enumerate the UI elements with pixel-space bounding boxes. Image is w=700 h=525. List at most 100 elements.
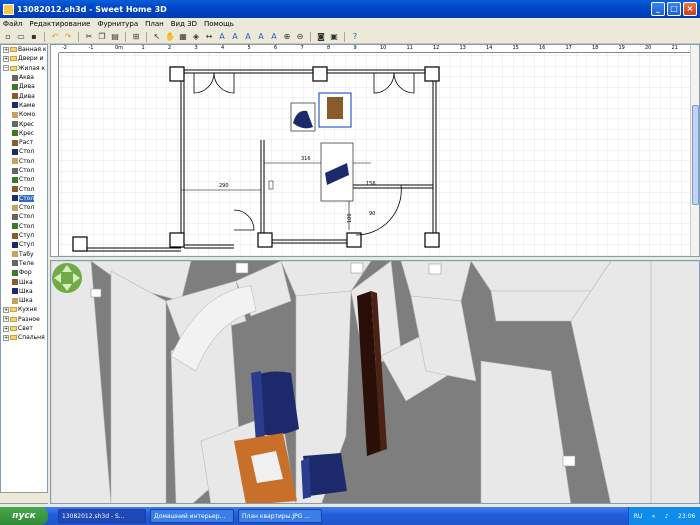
expand-icon[interactable]: + — [3, 334, 9, 341]
3d-canvas[interactable] — [51, 261, 700, 504]
create-walls-icon[interactable]: ▦ — [178, 32, 188, 42]
ruler-tick-label: 15 — [512, 45, 519, 51]
furniture-catalog-tree[interactable]: + Ванная к + Двери и − Жилая к Аква Дива Дива Кам… — [0, 44, 48, 504]
undo-icon[interactable]: ↶ — [50, 32, 60, 42]
furniture-icon — [12, 176, 18, 183]
3d-navigation-arrows — [52, 263, 82, 293]
tree-item[interactable]: Дива — [1, 82, 47, 91]
collapse-icon[interactable]: − — [3, 65, 9, 72]
menu-file[interactable]: Файл — [3, 20, 22, 28]
menu-plan[interactable]: План — [145, 20, 164, 28]
tree-item[interactable]: Стол — [1, 203, 47, 212]
close-button[interactable]: × — [683, 2, 697, 16]
paste-icon[interactable]: ▤ — [110, 32, 120, 42]
video-icon[interactable]: ▣ — [329, 32, 339, 42]
tree-category[interactable]: + Спальня — [1, 333, 47, 342]
plan-scroll-thumb[interactable] — [692, 105, 699, 205]
taskbar-item-sweethome[interactable]: 13082012.sh3d - S... — [58, 509, 146, 523]
redo-icon[interactable]: ↷ — [63, 32, 73, 42]
start-button[interactable]: пуск — [0, 507, 48, 525]
plan-vertical-scrollbar[interactable] — [690, 45, 699, 256]
tree-category[interactable]: + Разное — [1, 315, 47, 324]
menu-furniture[interactable]: Фурнитура — [97, 20, 138, 28]
tree-item[interactable]: Шка — [1, 287, 47, 296]
create-dimensions-icon[interactable]: ↔ — [204, 32, 214, 42]
tree-item[interactable]: Стол — [1, 147, 47, 156]
tree-item[interactable]: Крес — [1, 119, 47, 128]
new-icon[interactable]: ▫ — [3, 32, 13, 42]
menu-3d-view[interactable]: Вид 3D — [171, 20, 197, 28]
tree-item[interactable]: Теле — [1, 259, 47, 268]
copy-icon[interactable]: ❐ — [97, 32, 107, 42]
language-indicator[interactable]: RU — [634, 513, 643, 520]
zoom-out-icon[interactable]: ⊖ — [295, 32, 305, 42]
tree-item[interactable]: Стол — [1, 222, 47, 231]
expand-icon[interactable]: + — [3, 325, 9, 332]
furniture-icon — [12, 139, 18, 146]
save-icon[interactable]: ▪ — [29, 32, 39, 42]
taskbar-item-browser[interactable]: Домашний интерьер... — [150, 509, 234, 523]
tree-item-label: Крес — [19, 129, 35, 137]
menu-edit[interactable]: Редактирование — [29, 20, 90, 28]
ruler-tick-label: 9 — [353, 45, 357, 51]
maximize-button[interactable]: □ — [667, 2, 681, 16]
plan-canvas[interactable]: 290 316 156 90 100 — [51, 45, 700, 257]
tree-category[interactable]: + Свет — [1, 324, 47, 333]
create-rooms-icon[interactable]: ◈ — [191, 32, 201, 42]
minimize-button[interactable]: _ — [651, 2, 665, 16]
taskbar-item-image[interactable]: План квартиры.JPG ... — [238, 509, 322, 523]
tree-item[interactable]: Дива — [1, 91, 47, 100]
add-furniture-icon[interactable]: ⊞ — [131, 32, 141, 42]
tree-item-label: Дива — [19, 83, 35, 91]
tree-item[interactable]: Стол — [1, 157, 47, 166]
text-size-up-icon[interactable]: A — [243, 32, 253, 42]
expand-icon[interactable]: + — [3, 306, 9, 313]
plan-view[interactable]: 290 316 156 90 100 -2 -1 0m 1 2 3 4 5 6 7 8 9 10 11 12… — [50, 44, 700, 257]
text-size-down-icon[interactable]: A — [256, 32, 266, 42]
italic-icon[interactable]: A — [269, 32, 279, 42]
tree-item-label: Табу — [19, 250, 34, 258]
tree-item[interactable]: Стол — [1, 212, 47, 221]
tree-item[interactable]: Табу — [1, 250, 47, 259]
ruler-tick-label: 19 — [618, 45, 625, 51]
tree-item[interactable]: Крес — [1, 129, 47, 138]
select-icon[interactable]: ↖ — [152, 32, 162, 42]
tree-category[interactable]: + Двери и — [1, 54, 47, 63]
tree-item[interactable]: Аква — [1, 73, 47, 82]
tree-item[interactable]: Фор — [1, 268, 47, 277]
tree-item-label: Ванная к — [18, 46, 47, 54]
open-icon[interactable]: ▭ — [16, 32, 26, 42]
tree-item[interactable]: Стол — [1, 184, 47, 193]
tree-category[interactable]: − Жилая к — [1, 64, 47, 73]
3d-view[interactable] — [50, 260, 700, 504]
expand-icon[interactable]: + — [3, 316, 9, 323]
help-icon[interactable]: ? — [350, 32, 360, 42]
tree-item[interactable]: Стул — [1, 240, 47, 249]
menu-help[interactable]: Помощь — [204, 20, 234, 28]
volume-icon[interactable]: ♪ — [665, 513, 669, 520]
expand-icon[interactable]: + — [3, 55, 9, 62]
tree-item[interactable]: Каме — [1, 101, 47, 110]
folder-icon — [10, 316, 17, 322]
pan-icon[interactable]: ✋ — [165, 32, 175, 42]
tree-item[interactable]: Шка — [1, 277, 47, 286]
catalog-horizontal-scrollbar[interactable] — [0, 492, 48, 503]
tree-item[interactable]: Раст — [1, 138, 47, 147]
create-labels-icon[interactable]: A — [217, 32, 227, 42]
tree-item[interactable]: Стол — [1, 166, 47, 175]
zoom-in-icon[interactable]: ⊕ — [282, 32, 292, 42]
text-style-icon[interactable]: A — [230, 32, 240, 42]
ruler-tick-label: 2 — [168, 45, 172, 51]
tree-category[interactable]: + Ванная к — [1, 45, 47, 54]
tree-item[interactable]: Стол — [1, 175, 47, 184]
tree-item[interactable]: Комо — [1, 110, 47, 119]
tree-item-label: Стул — [19, 232, 35, 240]
photo-icon[interactable]: ◙ — [316, 32, 326, 42]
tree-item[interactable]: Шка — [1, 296, 47, 305]
tree-item[interactable]: Стол — [1, 194, 47, 203]
cut-icon[interactable]: ✂ — [84, 32, 94, 42]
tree-category[interactable]: + Кухня — [1, 305, 47, 314]
tray-expand-icon[interactable]: « — [652, 513, 656, 520]
tree-item[interactable]: Стул — [1, 231, 47, 240]
expand-icon[interactable]: + — [3, 46, 9, 53]
